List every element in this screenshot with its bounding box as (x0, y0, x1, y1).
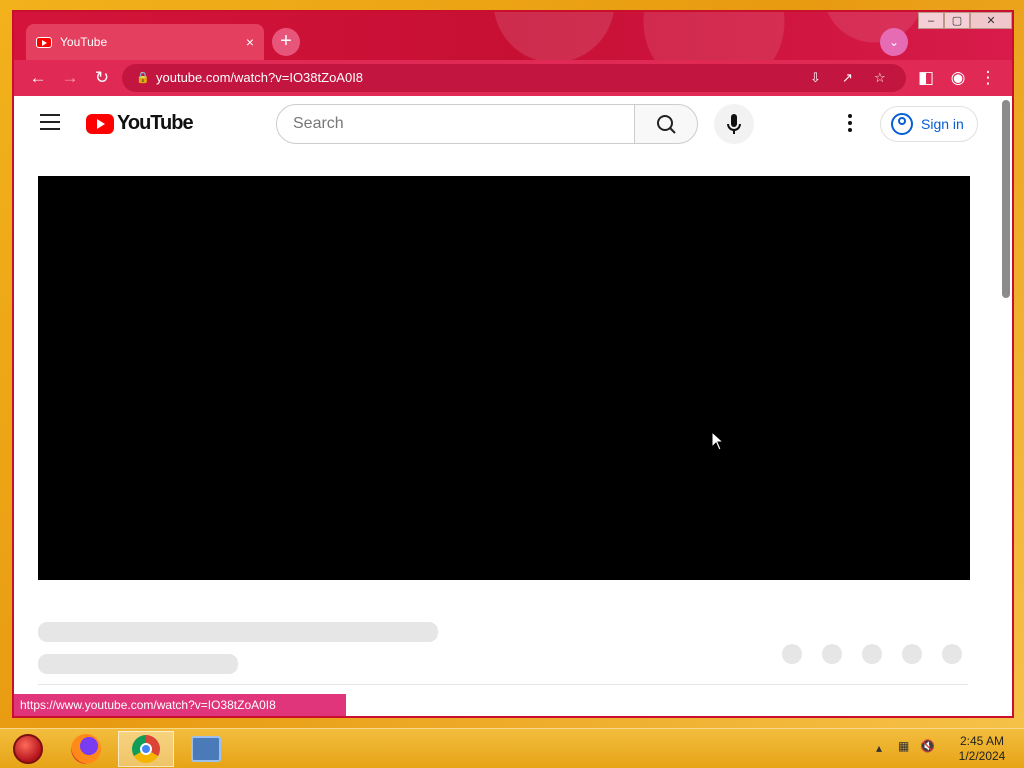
firefox-icon (71, 734, 101, 764)
share-icon[interactable]: ↗ (842, 64, 853, 92)
youtube-favicon-icon (36, 36, 52, 48)
user-icon (891, 113, 913, 135)
mouse-cursor-icon (711, 431, 725, 451)
status-url-bubble: https://www.youtube.com/watch?v=IO38tZoA… (14, 694, 346, 716)
action-placeholder (942, 644, 962, 664)
browser-toolbar: ← → ↻ 🔒 youtube.com/watch?v=IO38tZoA0I8 … (14, 60, 1012, 96)
taskbar: ▴ ▦ 🔇 2:45 AM 1/2/2024 (0, 728, 1024, 768)
lock-icon: 🔒 (136, 72, 150, 84)
more-icon[interactable]: ⋮ (976, 66, 1000, 90)
back-icon[interactable]: ← (26, 66, 50, 90)
action-placeholder (782, 644, 802, 664)
search-icon (657, 115, 676, 134)
chrome-icon (132, 735, 160, 763)
reload-icon[interactable]: ↻ (90, 66, 114, 90)
profile-icon[interactable]: ◉ (946, 66, 970, 90)
channel-placeholder (38, 654, 238, 674)
new-tab-button[interactable]: + (272, 28, 300, 56)
sign-in-label: Sign in (921, 116, 964, 132)
action-placeholder (822, 644, 842, 664)
title-bar: YouTube × + ⌄ – ▢ ✕ (14, 12, 1012, 60)
browser-window: YouTube × + ⌄ – ▢ ✕ ← → ↻ 🔒 youtube.com/… (12, 10, 1014, 718)
search-input[interactable]: Search (276, 104, 636, 144)
close-window-button[interactable]: ✕ (970, 12, 1012, 29)
start-button[interactable] (0, 731, 56, 767)
start-orb-icon (13, 734, 43, 764)
tab-youtube[interactable]: YouTube × (26, 24, 264, 60)
youtube-logo[interactable]: YouTube (86, 112, 194, 135)
clock-date: 1/2/2024 (958, 749, 1006, 763)
taskbar-clock[interactable]: 2:45 AM 1/2/2024 (952, 734, 1012, 764)
taskbar-firefox[interactable] (58, 731, 114, 767)
divider (38, 684, 968, 685)
control-panel-icon (191, 736, 221, 762)
video-player[interactable] (38, 176, 970, 580)
volume-muted-icon[interactable]: 🔇 (920, 739, 935, 753)
page-scrollbar[interactable] (1000, 96, 1012, 716)
tab-search-chevron-icon[interactable]: ⌄ (880, 28, 908, 56)
maximize-button[interactable]: ▢ (944, 12, 970, 29)
scrollbar-thumb[interactable] (1002, 100, 1010, 298)
sidepanel-icon[interactable]: ◧ (914, 66, 938, 90)
youtube-play-icon (86, 113, 114, 134)
search-button[interactable] (634, 104, 698, 144)
tab-title: YouTube (60, 35, 108, 49)
network-icon[interactable]: ▦ (898, 739, 909, 753)
sign-in-button[interactable]: Sign in (880, 106, 978, 142)
taskbar-control-panel[interactable] (178, 731, 234, 767)
clock-time: 2:45 AM (959, 734, 1005, 748)
install-icon[interactable]: ⇩ (810, 64, 821, 92)
tray-expand-icon[interactable]: ▴ (876, 741, 882, 755)
mic-icon (727, 114, 741, 134)
action-placeholder (862, 644, 882, 664)
star-icon[interactable]: ☆ (874, 64, 886, 92)
voice-search-button[interactable] (714, 104, 754, 144)
action-placeholder (902, 644, 922, 664)
forward-icon[interactable]: → (58, 66, 82, 90)
address-text: youtube.com/watch?v=IO38tZoA0I8 (156, 70, 364, 85)
logo-text: YouTube (117, 112, 194, 134)
address-bar[interactable]: 🔒 youtube.com/watch?v=IO38tZoA0I8 ⇩ ↗ ☆ (122, 64, 906, 92)
settings-more-icon[interactable] (848, 114, 852, 135)
minimize-button[interactable]: – (918, 12, 944, 29)
title-placeholder (38, 622, 438, 642)
taskbar-chrome[interactable] (118, 731, 174, 767)
hamburger-icon[interactable] (40, 114, 60, 135)
youtube-page: YouTube Search Sign in (14, 96, 998, 716)
tab-close-icon[interactable]: × (246, 34, 254, 50)
